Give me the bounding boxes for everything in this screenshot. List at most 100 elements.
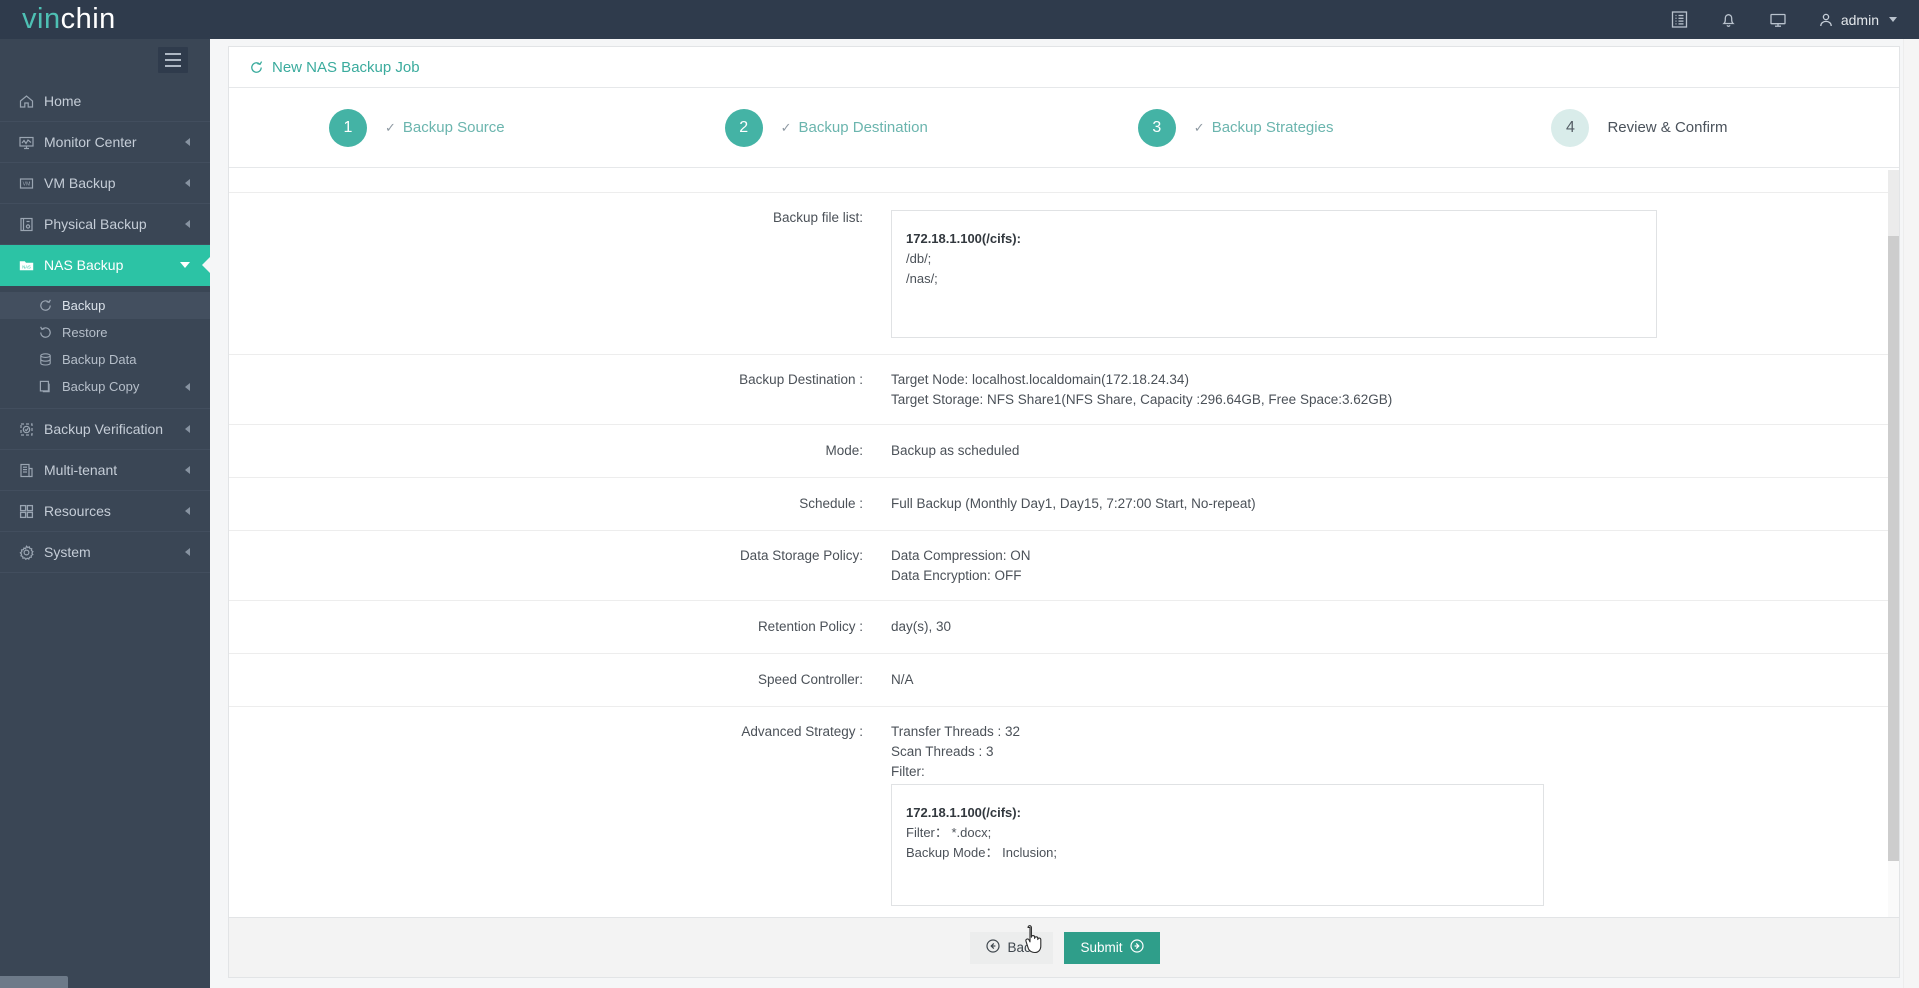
step-backup-strategies[interactable]: 3 ✓ Backup Strategies bbox=[1137, 108, 1334, 147]
filter-label: Filter: bbox=[891, 764, 925, 779]
bell-icon[interactable] bbox=[1719, 10, 1738, 29]
sidebar-item-nas-backup[interactable]: NAS NAS Backup bbox=[0, 245, 210, 286]
row-label: Advanced Strategy : bbox=[741, 724, 863, 739]
backup-mode-line: Backup Mode： Inclusion; bbox=[906, 845, 1058, 860]
topbar-icon-group: admin bbox=[1670, 10, 1919, 29]
sidebar-item-home[interactable]: Home bbox=[0, 81, 210, 122]
sidebar-item-label: VM Backup bbox=[44, 175, 116, 191]
content-scrollbar[interactable] bbox=[1888, 170, 1899, 918]
sidebar-item-restore[interactable]: Restore bbox=[0, 319, 210, 346]
download-status-chip[interactable] bbox=[0, 976, 68, 988]
monitor-icon[interactable] bbox=[1768, 10, 1788, 29]
row-label: Retention Policy : bbox=[757, 619, 863, 634]
card-header: New NAS Backup Job bbox=[229, 47, 1899, 88]
scrollbar-track-upper[interactable] bbox=[1888, 170, 1899, 236]
back-button[interactable]: Back bbox=[970, 931, 1054, 964]
app-logo[interactable]: vinchin bbox=[0, 5, 210, 34]
row-backup-destination: Backup Destination : Target Node: localh… bbox=[229, 354, 1899, 424]
hamburger-line bbox=[165, 65, 181, 67]
sidebar-item-label: Resources bbox=[44, 503, 111, 519]
chevron-left-icon bbox=[185, 507, 190, 515]
page-title: New NAS Backup Job bbox=[272, 58, 420, 76]
arrow-left-circle-icon bbox=[986, 939, 1001, 956]
restore-icon bbox=[38, 325, 62, 340]
sidebar-subitem-label: Backup bbox=[62, 298, 106, 313]
filter-host: 172.18.1.100(/cifs): bbox=[906, 805, 1021, 820]
shield-check-icon bbox=[18, 421, 44, 438]
data-compression-line: Data Compression: ON bbox=[891, 548, 1031, 563]
user-name: admin bbox=[1840, 11, 1879, 28]
sidebar-item-label: Physical Backup bbox=[44, 216, 147, 232]
check-icon: ✓ bbox=[385, 119, 396, 135]
sidebar-item-backup[interactable]: Backup bbox=[0, 292, 210, 319]
home-icon bbox=[18, 93, 44, 110]
step-review-confirm[interactable]: 4 Review & Confirm bbox=[1551, 108, 1727, 147]
user-menu[interactable]: admin bbox=[1818, 12, 1897, 28]
sidebar-subitem-label: Backup Copy bbox=[62, 379, 140, 394]
row-data-storage-policy: Data Storage Policy: Data Compression: O… bbox=[229, 530, 1899, 600]
step-label: Backup Source bbox=[402, 119, 505, 136]
scrollbar-thumb[interactable] bbox=[1888, 236, 1899, 861]
file-list-host: 172.18.1.100(/cifs): bbox=[906, 231, 1021, 246]
clipped-text bbox=[819, 170, 823, 172]
row-value: Full Backup (Monthly Day1, Day15, 7:27:0… bbox=[891, 496, 1256, 511]
submit-button[interactable]: Submit bbox=[1064, 931, 1160, 964]
filter-box: 172.18.1.100(/cifs): Filter： *.docx; Bac… bbox=[891, 784, 1544, 906]
sidebar-item-backup-verification[interactable]: Backup Verification bbox=[0, 409, 210, 450]
row-backup-file-list: Backup file list: 172.18.1.100(/cifs): /… bbox=[229, 192, 1899, 354]
data-encryption-line: Data Encryption: OFF bbox=[891, 568, 1022, 583]
log-icon[interactable] bbox=[1670, 10, 1689, 29]
transfer-threads-line: Transfer Threads : 32 bbox=[891, 724, 1021, 739]
row-value: Backup as scheduled bbox=[891, 443, 1020, 458]
page-scrollbar[interactable] bbox=[1903, 39, 1919, 988]
review-scroll-area[interactable]: Backup file list: 172.18.1.100(/cifs): /… bbox=[229, 170, 1899, 918]
row-mode: Mode: Backup as scheduled bbox=[229, 424, 1899, 477]
filter-line: Filter： *.docx; bbox=[906, 825, 992, 840]
check-icon: ✓ bbox=[780, 119, 792, 135]
sidebar-item-system[interactable]: System bbox=[0, 532, 210, 573]
backup-icon bbox=[38, 298, 62, 313]
copy-icon bbox=[38, 379, 62, 394]
gear-icon bbox=[18, 544, 44, 561]
clipped-row-above bbox=[229, 170, 1899, 192]
vm-icon: VM bbox=[18, 175, 44, 192]
row-label: Backup Destination : bbox=[739, 372, 863, 387]
resources-icon bbox=[18, 503, 44, 520]
sidebar-item-backup-data[interactable]: Backup Data bbox=[0, 346, 210, 373]
sidebar-item-physical-backup[interactable]: Physical Backup bbox=[0, 204, 210, 245]
hamburger-menu-button[interactable] bbox=[158, 47, 188, 73]
step-backup-destination[interactable]: 2 ✓ Backup Destination bbox=[724, 108, 928, 147]
check-icon: ✓ bbox=[1193, 119, 1205, 135]
step-label: Backup Strategies bbox=[1211, 119, 1334, 136]
step-number: 4 bbox=[1551, 108, 1590, 147]
logo-part-2: chin bbox=[60, 3, 116, 35]
backup-file-list-box: 172.18.1.100(/cifs): /db/; /nas/; bbox=[891, 210, 1657, 338]
sidebar-item-resources[interactable]: Resources bbox=[0, 491, 210, 532]
nas-icon: NAS bbox=[18, 257, 44, 274]
sidebar-item-label: Monitor Center bbox=[44, 134, 137, 150]
row-label: Data Storage Policy: bbox=[739, 548, 863, 563]
monitor-center-icon bbox=[18, 134, 44, 151]
sidebar-item-label: System bbox=[44, 544, 91, 560]
sidebar-item-label: Multi-tenant bbox=[44, 462, 118, 478]
refresh-icon[interactable] bbox=[249, 60, 264, 75]
sidebar-item-monitor-center[interactable]: Monitor Center bbox=[0, 122, 210, 163]
sidebar-item-label: Backup Verification bbox=[44, 421, 164, 437]
sidebar-item-vm-backup[interactable]: VM VM Backup bbox=[0, 163, 210, 204]
chevron-left-icon bbox=[185, 138, 190, 146]
step-backup-source[interactable]: 1 ✓ Backup Source bbox=[329, 108, 505, 147]
file-list-line: /db/; bbox=[906, 251, 932, 266]
sidebar-item-backup-copy[interactable]: Backup Copy bbox=[0, 373, 210, 400]
avatar-icon bbox=[1820, 13, 1832, 26]
row-value: Target Node: localhost.localdomain(172.1… bbox=[863, 355, 1899, 424]
sidebar: Home Monitor Center VM VM Backup Physica… bbox=[0, 39, 210, 988]
step-label-wrap: ✓ Backup Strategies bbox=[1194, 119, 1334, 136]
row-value: Transfer Threads : 32 Scan Threads : 3 F… bbox=[863, 707, 1899, 918]
row-value: 172.18.1.100(/cifs): /db/; /nas/; bbox=[863, 193, 1899, 354]
step-label-wrap: Review & Confirm bbox=[1607, 119, 1727, 136]
chevron-left-icon bbox=[185, 382, 190, 391]
sidebar-item-multi-tenant[interactable]: Multi-tenant bbox=[0, 450, 210, 491]
main-content: New NAS Backup Job 1 ✓ Backup Source 2 ✓… bbox=[210, 39, 1919, 988]
chevron-left-icon bbox=[185, 220, 190, 228]
target-storage-line: Target Storage: NFS Share1(NFS Share, Ca… bbox=[891, 392, 1393, 407]
